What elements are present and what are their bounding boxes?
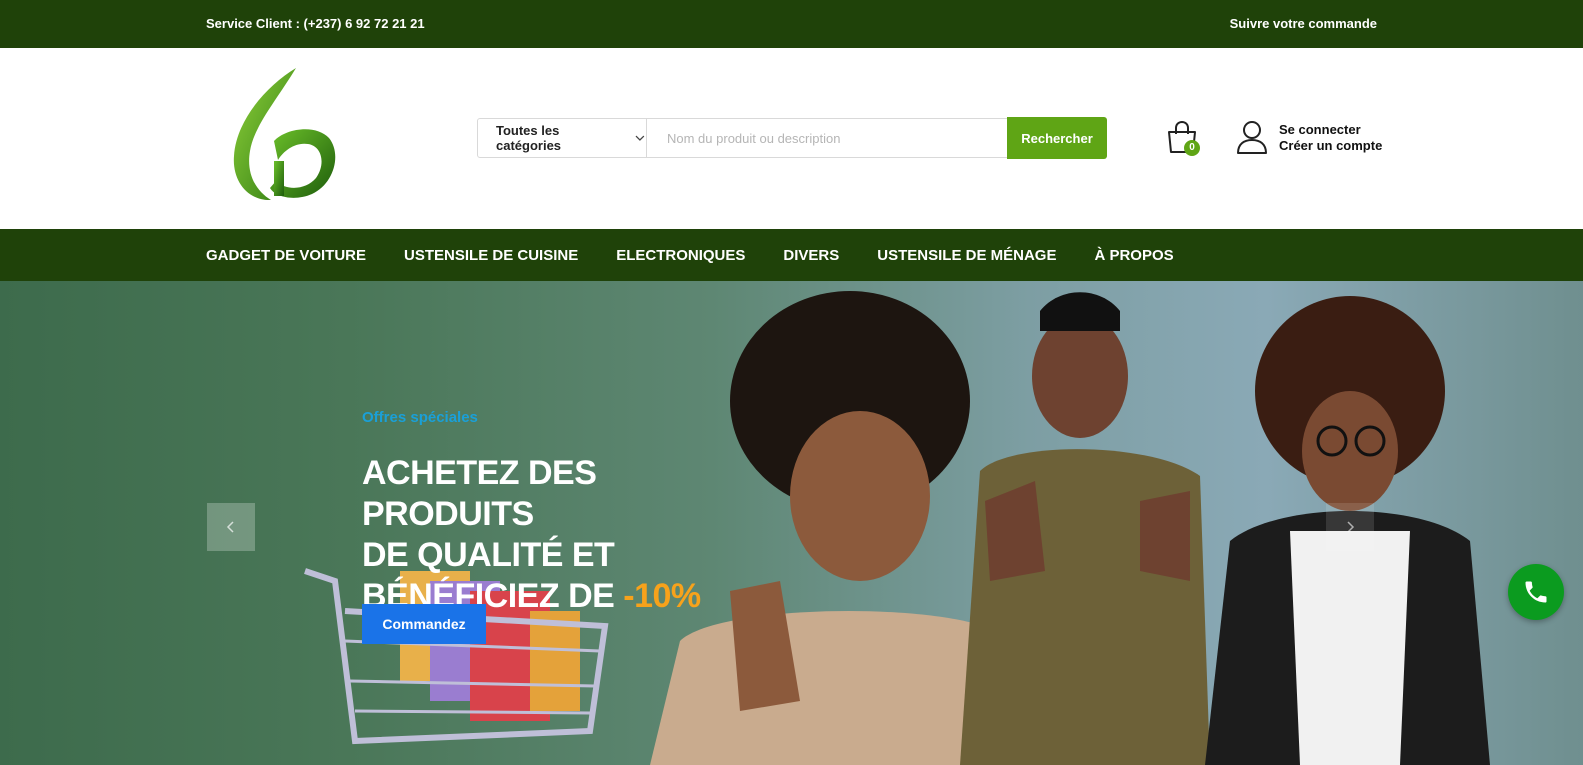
nav-item-electroniques[interactable]: ELECTRONIQUES <box>616 247 745 264</box>
cart-count-badge: 0 <box>1184 140 1200 156</box>
user-icon[interactable] <box>1236 120 1268 154</box>
hero-title-line-1: ACHETEZ DES PRODUITS <box>362 454 597 533</box>
account-links: Se connecter Créer un compte <box>1279 122 1382 154</box>
order-cta-button[interactable]: Commandez <box>362 604 486 644</box>
nav-item-ustensile-cuisine[interactable]: USTENSILE DE CUISINE <box>404 247 578 264</box>
hero-title: ACHETEZ DES PRODUITS DE QUALITÉ ET BÉNÉF… <box>362 453 762 617</box>
discount-highlight: -10% <box>623 577 701 615</box>
slider-next-button[interactable] <box>1326 503 1374 551</box>
hero-slider: Offres spéciales ACHETEZ DES PRODUITS DE… <box>0 281 1583 765</box>
register-link[interactable]: Créer un compte <box>1279 138 1382 154</box>
customer-service-phone: Service Client : (+237) 6 92 72 21 21 <box>206 16 425 31</box>
hero-title-line-2: DE QUALITÉ ET <box>362 536 615 574</box>
top-bar: Service Client : (+237) 6 92 72 21 21 Su… <box>0 0 1583 48</box>
nav-item-divers[interactable]: DIVERS <box>783 247 839 264</box>
hero-eyebrow: Offres spéciales <box>362 409 478 426</box>
chevron-right-icon <box>1347 521 1355 533</box>
track-order-link[interactable]: Suivre votre commande <box>1230 16 1377 31</box>
person-man-center <box>960 292 1210 765</box>
cart-button[interactable]: 0 <box>1165 120 1203 160</box>
logo[interactable] <box>226 66 346 206</box>
main-nav: GADGET DE VOITURE USTENSILE DE CUISINE E… <box>0 229 1583 281</box>
search-bar: Toutes les catégories Rechercher <box>477 117 1107 159</box>
leaf-logo-icon <box>233 68 336 201</box>
search-button[interactable]: Rechercher <box>1007 117 1107 159</box>
slider-prev-button[interactable] <box>207 503 255 551</box>
phone-icon <box>1525 581 1547 603</box>
nav-item-gadget-voiture[interactable]: GADGET DE VOITURE <box>206 247 366 264</box>
nav-list: GADGET DE VOITURE USTENSILE DE CUISINE E… <box>206 229 1212 281</box>
nav-item-a-propos[interactable]: À PROPOS <box>1094 247 1173 264</box>
header: Toutes les catégories Rechercher 0 Se co… <box>0 48 1583 229</box>
call-button[interactable] <box>1508 564 1564 620</box>
nav-item-ustensile-menage[interactable]: USTENSILE DE MÉNAGE <box>877 247 1056 264</box>
search-input[interactable] <box>647 119 1007 157</box>
category-select-label: Toutes les catégories <box>496 123 562 153</box>
login-link[interactable]: Se connecter <box>1279 122 1382 138</box>
chevron-left-icon <box>226 521 234 533</box>
category-select[interactable]: Toutes les catégories <box>478 119 647 157</box>
chevron-down-icon <box>635 135 645 141</box>
